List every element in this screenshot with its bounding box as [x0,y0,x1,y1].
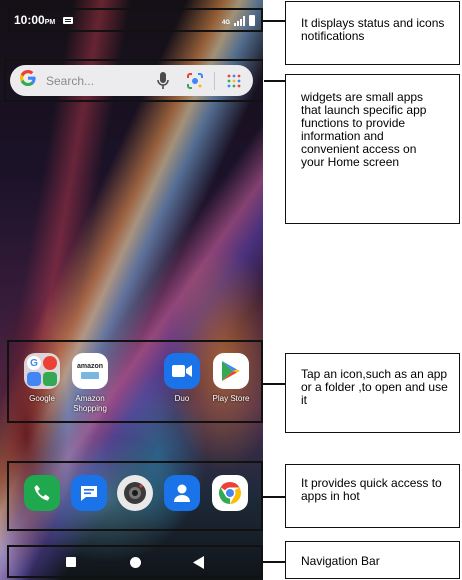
phone-icon[interactable] [24,475,60,511]
google-search-widget[interactable]: Search... [10,65,253,96]
duo-camera-icon [164,353,200,389]
search-placeholder: Search... [46,73,95,88]
connector-line [263,20,285,22]
connector-line [264,80,285,82]
clock-time: 10:00 [14,13,45,27]
home-button[interactable] [126,553,144,571]
search-divider [214,71,215,90]
amazon-icon: amazon [72,353,108,389]
google-g-icon [18,68,38,94]
amazon-icon-text: amazon [76,363,104,370]
clock: 10:00PM [14,13,55,27]
mic-icon[interactable] [152,70,174,92]
phone-home-screen: 10:00PM 4G Search... G Google amazon Ama… [0,0,263,580]
apps-grid-icon[interactable] [223,70,245,92]
camera-icon[interactable] [117,475,153,511]
chrome-icon[interactable] [212,475,248,511]
annotation-dock: It provides quick access to apps in hot [285,464,460,528]
recents-button[interactable] [62,553,80,571]
battery-icon [249,14,255,26]
app-play-store[interactable]: Play Store [201,353,261,404]
app-amazon-shopping[interactable]: amazon Amazon Shopping [60,353,120,414]
signal-icon [234,15,245,26]
play-store-icon [213,353,249,389]
annotation-text: Tap an icon,such as an app or a folder ,… [301,367,448,407]
annotation-widgets: widgets are small apps that launch speci… [285,74,460,224]
home-circle-icon [129,556,141,568]
connector-line [263,383,285,385]
connector-line [263,496,285,498]
annotation-text: It provides quick access to apps in hot [301,476,442,503]
app-label: Play Store [212,394,250,403]
app-label: Amazon Shopping [73,394,107,413]
connector-line [263,561,285,563]
google-folder-icon: G [24,353,60,389]
network-type: 4G [221,19,230,26]
back-triangle-icon [193,555,204,569]
annotation-status-bar: It displays status and icons notificatio… [285,1,460,65]
message-notification-icon [63,16,74,24]
status-bar: 10:00PM 4G [8,8,263,32]
status-left: 10:00PM [14,13,74,27]
annotation-app-icons: Tap an icon,such as an app or a folder ,… [285,353,460,433]
app-label: Duo [174,394,190,403]
messages-icon[interactable] [71,475,107,511]
annotation-text: widgets are small apps that launch speci… [301,90,427,169]
status-right: 4G [221,14,255,26]
annotation-text: It displays status and icons notificatio… [301,16,445,43]
annotation-navigation-bar: Navigation Bar [285,541,460,579]
clock-ampm: PM [44,19,56,26]
google-lens-icon[interactable] [184,70,206,92]
app-label: Google [29,394,55,403]
annotation-text: Navigation Bar [301,554,380,568]
back-button[interactable] [190,553,208,571]
contacts-icon[interactable] [164,475,200,511]
recents-square-icon [66,557,76,567]
